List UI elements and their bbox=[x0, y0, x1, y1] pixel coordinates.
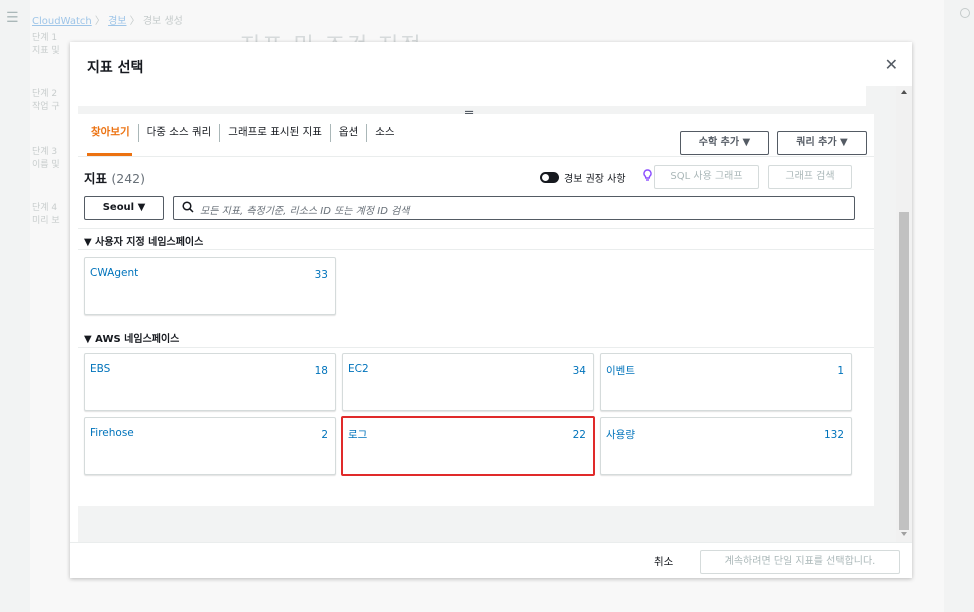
step-number: 단계 2 bbox=[32, 89, 58, 99]
namespace-card-cwagent[interactable]: CWAgent 33 bbox=[84, 257, 336, 315]
namespace-card-logs[interactable]: 로그 22 bbox=[341, 416, 595, 476]
scroll-down-arrow-icon[interactable] bbox=[901, 532, 907, 536]
search-icon bbox=[181, 200, 195, 214]
wizard-step-4: 단계 4 미리 보 bbox=[32, 202, 60, 228]
search-input[interactable]: 모든 지표, 측정기준, 리소스 ID 또는 계정 ID 검색 bbox=[173, 196, 855, 220]
namespace-card-ec2[interactable]: EC2 34 bbox=[342, 353, 594, 411]
namespace-count: 1 bbox=[837, 365, 844, 377]
namespace-count: 2 bbox=[321, 429, 328, 441]
info-circle-icon[interactable] bbox=[960, 8, 970, 18]
aws-namespaces-header[interactable]: ▼ AWS 네임스페이스 bbox=[84, 330, 179, 345]
tab-browse[interactable]: 찾아보기 bbox=[83, 114, 138, 156]
namespace-list: ▼ 사용자 지정 네임스페이스 CWAgent 33 ▼ AWS 네임스페이스 … bbox=[78, 228, 874, 506]
scrollbar-thumb[interactable] bbox=[899, 212, 909, 530]
step-number: 단계 1 bbox=[32, 33, 58, 43]
namespace-name: 사용량 bbox=[606, 429, 635, 441]
search-placeholder: 모든 지표, 측정기준, 리소스 ID 또는 계정 ID 검색 bbox=[200, 206, 410, 217]
divider bbox=[78, 249, 874, 250]
breadcrumb-cloudwatch[interactable]: CloudWatch bbox=[32, 16, 92, 27]
step-label: 작업 구 bbox=[32, 102, 60, 112]
wizard-step-3: 단계 3 이름 및 bbox=[32, 146, 60, 172]
breadcrumb: CloudWatch 〉 경보 〉 경보 생성 bbox=[32, 12, 183, 27]
tab-graphed-metrics[interactable]: 그래프로 표시된 지표 bbox=[220, 114, 330, 156]
namespace-name: 로그 bbox=[348, 429, 368, 441]
step-number: 단계 3 bbox=[32, 147, 58, 157]
custom-namespaces-header[interactable]: ▼ 사용자 지정 네임스페이스 bbox=[84, 233, 203, 248]
left-rail: ☰ bbox=[0, 0, 30, 612]
namespace-name: Firehose bbox=[90, 427, 134, 439]
tab-divider-line bbox=[78, 156, 874, 157]
right-rail bbox=[944, 0, 974, 612]
namespace-card-events[interactable]: 이벤트 1 bbox=[600, 353, 852, 411]
step-label: 미리 보 bbox=[32, 216, 60, 226]
modal-title: 지표 선택 bbox=[87, 60, 144, 76]
modal-header: 지표 선택 ✕ bbox=[70, 42, 912, 86]
step-label: 지표 및 bbox=[32, 46, 60, 56]
lightbulb-icon bbox=[643, 169, 652, 185]
modal-scrollbar[interactable] bbox=[896, 86, 912, 542]
namespace-card-firehose[interactable]: Firehose 2 bbox=[84, 417, 336, 475]
namespace-card-usage[interactable]: 사용량 132 bbox=[600, 417, 852, 475]
graph-search-button[interactable]: 그래프 검색 bbox=[768, 165, 852, 189]
namespace-count: 33 bbox=[314, 269, 328, 281]
modal-footer: 취소 계속하려면 단일 지표를 선택합니다. bbox=[70, 542, 912, 578]
menu-icon[interactable]: ☰ bbox=[6, 10, 19, 26]
metrics-count: (242) bbox=[111, 171, 145, 186]
chevron-right-icon: 〉 bbox=[129, 16, 143, 27]
sql-graph-button[interactable]: SQL 사용 그래프 bbox=[654, 165, 759, 189]
namespace-name: CWAgent bbox=[90, 267, 139, 279]
step-label: 이름 및 bbox=[32, 160, 60, 170]
modal-body: ═ 찾아보기 다중 소스 쿼리 그래프로 표시된 지표 옵션 소스 수학 추가 … bbox=[78, 86, 904, 542]
continue-button[interactable]: 계속하려면 단일 지표를 선택합니다. bbox=[700, 550, 900, 574]
divider bbox=[78, 228, 874, 229]
close-icon[interactable]: ✕ bbox=[885, 55, 898, 74]
namespace-card-ebs[interactable]: EBS 18 bbox=[84, 353, 336, 411]
cancel-button[interactable]: 취소 bbox=[654, 554, 673, 569]
metrics-heading: 지표 (242) bbox=[84, 168, 145, 187]
graph-preview-strip bbox=[78, 86, 866, 106]
select-metric-modal: 지표 선택 ✕ ═ 찾아보기 다중 소스 쿼리 그래프로 표시된 지표 옵션 소… bbox=[70, 42, 912, 578]
alarm-recommendations-toggle[interactable] bbox=[540, 172, 559, 183]
wizard-step-2: 단계 2 작업 구 bbox=[32, 88, 60, 114]
step-number: 단계 4 bbox=[32, 203, 58, 213]
add-query-button[interactable]: 쿼리 추가 ▼ bbox=[777, 131, 867, 155]
breadcrumb-create-alarm: 경보 생성 bbox=[142, 16, 183, 27]
alarm-recommendations-label: 경보 권장 사항 bbox=[564, 174, 626, 185]
wizard-step-1: 단계 1 지표 및 bbox=[32, 32, 60, 58]
namespace-name: 이벤트 bbox=[606, 365, 635, 377]
breadcrumb-alarms[interactable]: 경보 bbox=[108, 16, 126, 27]
namespace-name: EBS bbox=[90, 363, 111, 375]
divider bbox=[78, 347, 874, 348]
namespace-count: 132 bbox=[823, 429, 844, 441]
chevron-right-icon: 〉 bbox=[94, 16, 109, 27]
region-select[interactable]: Seoul ▼ bbox=[84, 196, 164, 220]
metrics-label: 지표 bbox=[84, 171, 108, 186]
scroll-up-arrow-icon[interactable] bbox=[901, 90, 907, 94]
tab-multi-source-query[interactable]: 다중 소스 쿼리 bbox=[139, 114, 220, 156]
add-math-button[interactable]: 수학 추가 ▼ bbox=[680, 131, 769, 155]
namespace-name: EC2 bbox=[348, 363, 369, 375]
tab-bar: 찾아보기 다중 소스 쿼리 그래프로 표시된 지표 옵션 소스 bbox=[78, 114, 403, 156]
namespace-count: 22 bbox=[572, 429, 586, 441]
namespace-count: 18 bbox=[314, 365, 328, 377]
tab-options[interactable]: 옵션 bbox=[331, 114, 366, 156]
browse-panel: 찾아보기 다중 소스 쿼리 그래프로 표시된 지표 옵션 소스 수학 추가 ▼ … bbox=[78, 114, 874, 506]
tab-source[interactable]: 소스 bbox=[367, 114, 402, 156]
namespace-count: 34 bbox=[572, 365, 586, 377]
